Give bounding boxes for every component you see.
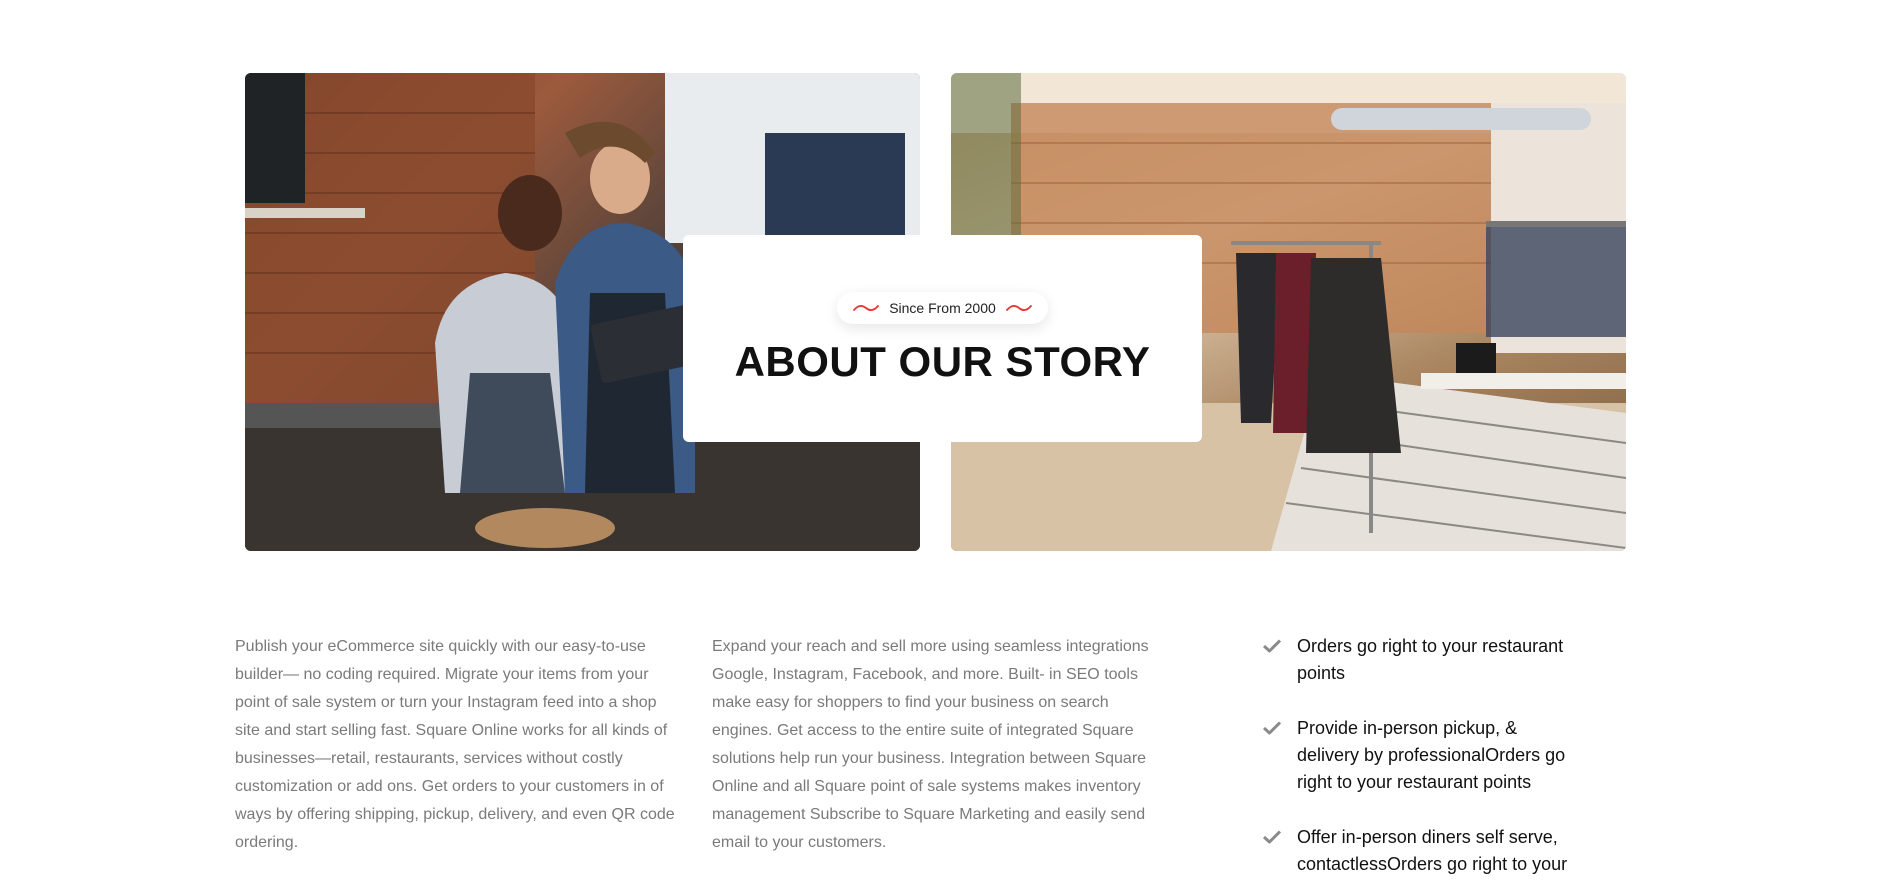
since-label: Since From 2000 <box>889 299 996 316</box>
since-badge: Since From 2000 <box>837 291 1048 324</box>
about-section: Since From 2000 ABOUT OUR STORY Publish … <box>0 0 1885 885</box>
reach-paragraph: Expand your reach and sell more using se… <box>712 638 1149 851</box>
squiggle-left-icon <box>853 304 880 311</box>
squiggle-right-icon <box>1005 304 1032 311</box>
feature-text: Offer in-person diners self serve, conta… <box>1297 827 1568 874</box>
check-icon <box>1262 633 1297 658</box>
intro-paragraph: Publish your eCommerce site quickly with… <box>235 638 675 851</box>
feature-item: Provide in-person pickup, & delivery by … <box>1262 715 1583 796</box>
feature-text: Provide in-person pickup, & delivery by … <box>1297 718 1566 792</box>
feature-item: Orders go right to your restaurant point… <box>1262 633 1583 687</box>
feature-list: Orders go right to your restaurant point… <box>1262 633 1583 885</box>
check-icon <box>1262 715 1297 740</box>
section-title: ABOUT OUR STORY <box>734 337 1151 385</box>
feature-item: Offer in-person diners self serve, conta… <box>1262 824 1583 878</box>
check-icon <box>1262 824 1297 849</box>
story-card: Since From 2000 ABOUT OUR STORY <box>683 235 1202 442</box>
feature-text: Orders go right to your restaurant point… <box>1297 636 1564 683</box>
